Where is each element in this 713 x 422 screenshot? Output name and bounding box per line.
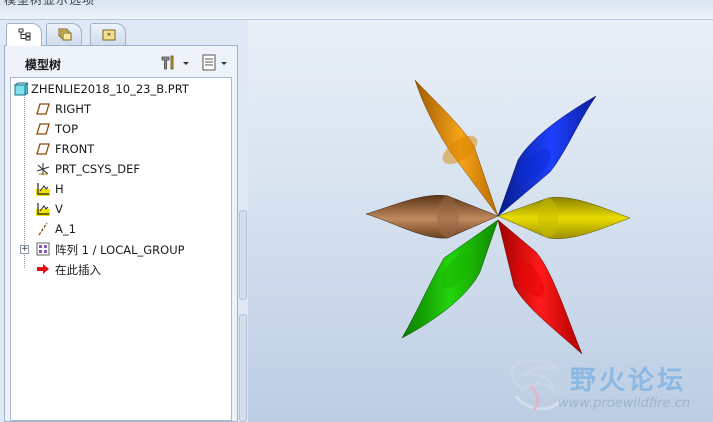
- tree-item-axis[interactable]: A_1: [11, 219, 231, 239]
- watermark-url: www.proewildfire.cn: [558, 396, 691, 411]
- tree-item-front[interactable]: FRONT: [11, 139, 231, 159]
- datum-plane-icon: [36, 103, 50, 115]
- csys-icon: [36, 163, 50, 175]
- tools-settings-icon: [161, 55, 189, 70]
- tree-item-label: H: [55, 182, 64, 196]
- axis-icon: [38, 222, 48, 236]
- tree-root-label: ZHENLIE2018_10_23_B.PRT: [31, 82, 189, 96]
- tree-item-sketch-h[interactable]: H: [11, 179, 231, 199]
- tree-item-label: V: [55, 202, 63, 216]
- tree-item-label: A_1: [55, 222, 76, 236]
- tree-item-csys[interactable]: PRT_CSYS_DEF: [11, 159, 231, 179]
- watermark: 野火论坛 www.proewildfire.cn: [500, 352, 713, 422]
- tree-item-insert-here[interactable]: 在此插入: [11, 259, 231, 279]
- tree-item-label: TOP: [55, 122, 79, 136]
- folder-icon: [58, 28, 72, 41]
- tree-item-top[interactable]: TOP: [11, 119, 231, 139]
- datum-plane-icon: [36, 123, 50, 135]
- tree-item-label: 在此插入: [55, 263, 101, 277]
- datum-plane-icon: [36, 143, 50, 155]
- favorites-icon: *: [102, 29, 116, 41]
- model-tree-header: 模型树: [5, 46, 237, 76]
- model-tree: ZHENLIE2018_10_23_B.PRT RIGHT TOP FRONT …: [10, 77, 232, 421]
- petal-orange: [414, 79, 499, 217]
- insert-here-arrow-icon: [37, 264, 49, 274]
- tree-item-label: 阵列 1 / LOCAL_GROUP: [55, 243, 185, 257]
- splitter-grip[interactable]: [239, 210, 247, 300]
- tree-item-label: PRT_CSYS_DEF: [55, 162, 141, 176]
- tree-item-right[interactable]: RIGHT: [11, 99, 231, 119]
- petal-green: [401, 219, 499, 339]
- petal-red: [497, 219, 583, 355]
- panel-title: 模型树: [25, 58, 62, 72]
- model-tree-icon: [18, 28, 31, 41]
- show-list-icon: [202, 54, 227, 71]
- pattern-icon: [36, 242, 50, 256]
- window-title: 模型树显示选项: [4, 0, 96, 7]
- navigator-panel: * 模型树 ZHENLIE2018_10_23_B.PRT RIGHT TOP …: [0, 20, 248, 422]
- tree-item-label: FRONT: [55, 142, 95, 156]
- show-button[interactable]: [201, 53, 233, 73]
- panel-splitter[interactable]: [238, 20, 248, 422]
- tab-folder-browser[interactable]: [46, 23, 82, 45]
- model-tree-panel: 模型树 ZHENLIE2018_10_23_B.PRT RIGHT TOP FR…: [4, 45, 238, 422]
- sketch-icon: [36, 183, 50, 196]
- splitter-grip[interactable]: [239, 314, 247, 422]
- svg-text:*: *: [107, 32, 111, 41]
- tab-favorites[interactable]: *: [90, 23, 126, 45]
- tree-item-label: RIGHT: [55, 102, 91, 116]
- part-icon: [14, 82, 28, 96]
- settings-button[interactable]: [159, 53, 191, 73]
- sketch-icon: [36, 203, 50, 216]
- petal-blue: [497, 95, 597, 217]
- tab-model-tree[interactable]: [6, 23, 42, 46]
- expand-toggle[interactable]: +: [20, 245, 29, 254]
- tree-root-item[interactable]: ZHENLIE2018_10_23_B.PRT: [11, 79, 231, 99]
- tree-item-sketch-v[interactable]: V: [11, 199, 231, 219]
- tree-item-pattern[interactable]: + 阵列 1 / LOCAL_GROUP: [11, 239, 231, 259]
- title-bar: 模型树显示选项: [0, 0, 713, 20]
- petal-brown: [365, 195, 499, 239]
- watermark-title: 野火论坛: [570, 366, 687, 396]
- petal-yellow: [497, 197, 631, 239]
